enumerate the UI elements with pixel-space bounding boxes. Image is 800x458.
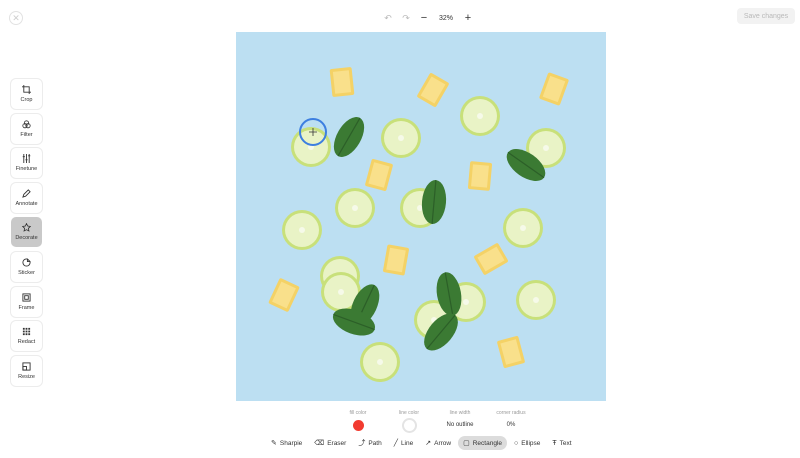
shape-line[interactable]: ╱ Line xyxy=(389,436,419,450)
text-icon: Ŧ xyxy=(552,439,557,447)
frame-icon xyxy=(22,293,31,302)
sidebar-item-filter[interactable]: Filter xyxy=(11,113,42,144)
sidebar-item-resize[interactable]: Resize xyxy=(11,355,42,386)
sidebar-item-crop[interactable]: Crop xyxy=(11,79,42,109)
zoom-level[interactable]: 32% xyxy=(435,15,457,22)
redo-button[interactable]: ↷ xyxy=(399,11,413,25)
close-button[interactable]: ✕ xyxy=(9,11,23,25)
sharpie-icon: ✎ xyxy=(271,440,277,447)
sidebar-item-frame[interactable]: Frame xyxy=(11,286,42,317)
star-icon xyxy=(22,223,31,233)
image-canvas[interactable] xyxy=(236,32,606,401)
pencil-icon xyxy=(22,189,31,198)
sidebar-item-label: Decorate xyxy=(15,235,38,242)
shape-rectangle[interactable]: ▢ Rectangle xyxy=(458,436,507,450)
sticker-icon xyxy=(22,258,31,267)
shape-path[interactable]: ⤴ Path xyxy=(353,436,386,450)
line-icon: ╱ xyxy=(393,440,398,447)
sidebar-item-label: Redact xyxy=(17,339,36,346)
sidebar-item-finetune[interactable]: Finetune xyxy=(11,148,42,179)
line-color-swatch[interactable] xyxy=(403,420,415,431)
shape-text[interactable]: Ŧ Text xyxy=(547,436,576,450)
sidebar-item-label: Resize xyxy=(18,373,35,380)
sidebar-item-decorate[interactable]: Decorate xyxy=(11,217,42,248)
fill-color-swatch[interactable] xyxy=(352,420,364,431)
tool-sidebar: Crop Filter Finetune Annotate Decorate S… xyxy=(11,79,42,390)
sidebar-item-label: Crop xyxy=(20,97,33,103)
zoom-out-button[interactable]: − xyxy=(417,11,431,25)
sidebar-item-label: Frame xyxy=(18,304,35,311)
sidebar-item-sticker[interactable]: Sticker xyxy=(11,251,42,282)
line-width-label: line width xyxy=(449,410,471,416)
fill-color-control[interactable]: fill color xyxy=(340,410,376,431)
line-color-label: line color xyxy=(398,410,419,416)
redo-icon: ↷ xyxy=(402,12,410,23)
ellipse-icon: ○ xyxy=(514,439,519,447)
shape-properties: fill color line color line width No outl… xyxy=(340,410,529,431)
line-color-control[interactable]: line color xyxy=(391,410,427,431)
crop-icon xyxy=(22,85,31,94)
sidebar-item-redact[interactable]: Redact xyxy=(11,321,42,352)
sidebar-item-annotate[interactable]: Annotate xyxy=(11,182,42,213)
sidebar-item-label: Annotate xyxy=(15,200,38,207)
undo-icon: ↶ xyxy=(384,12,392,23)
shape-sharpie[interactable]: ✎ Sharpie xyxy=(266,436,307,450)
history-zoom-toolbar: ↶ ↷ − 32% + xyxy=(381,10,475,26)
shape-ellipse[interactable]: ○ Ellipse xyxy=(509,436,545,450)
undo-button[interactable]: ↶ xyxy=(381,11,395,25)
zoom-in-button[interactable]: + xyxy=(461,11,475,25)
line-width-value[interactable]: No outline xyxy=(446,422,473,428)
rectangle-icon: ▢ xyxy=(463,440,470,447)
photo-lime-mint-pineapple xyxy=(268,66,570,382)
shape-eraser[interactable]: ⌫ Eraser xyxy=(309,436,351,450)
filter-icon xyxy=(22,119,31,128)
fill-color-label: fill color xyxy=(349,410,367,416)
line-width-control[interactable]: line width No outline xyxy=(442,410,478,431)
corner-radius-control[interactable]: corner radius 0% xyxy=(493,410,529,431)
path-icon: ⤴ xyxy=(358,440,366,447)
arrow-icon: ↗ xyxy=(425,440,432,447)
close-icon: ✕ xyxy=(12,12,20,23)
shape-arrow[interactable]: ↗ Arrow xyxy=(420,436,456,450)
sidebar-item-label: Finetune xyxy=(15,166,38,173)
sidebar-item-label: Sticker xyxy=(18,269,35,276)
corner-radius-value[interactable]: 0% xyxy=(507,422,516,428)
resize-icon xyxy=(22,362,31,371)
sliders-icon xyxy=(22,154,31,164)
shape-toolbar: ✎ Sharpie ⌫ Eraser ⤴ Path ╱ Line ↗ Arrow ▢ Rec… xyxy=(266,436,577,450)
save-changes-button[interactable]: Save changes xyxy=(737,8,795,24)
eraser-icon: ⌫ xyxy=(314,440,325,447)
sidebar-item-label: Filter xyxy=(20,131,33,138)
redact-icon xyxy=(22,328,31,336)
corner-radius-label: corner radius xyxy=(496,410,526,416)
